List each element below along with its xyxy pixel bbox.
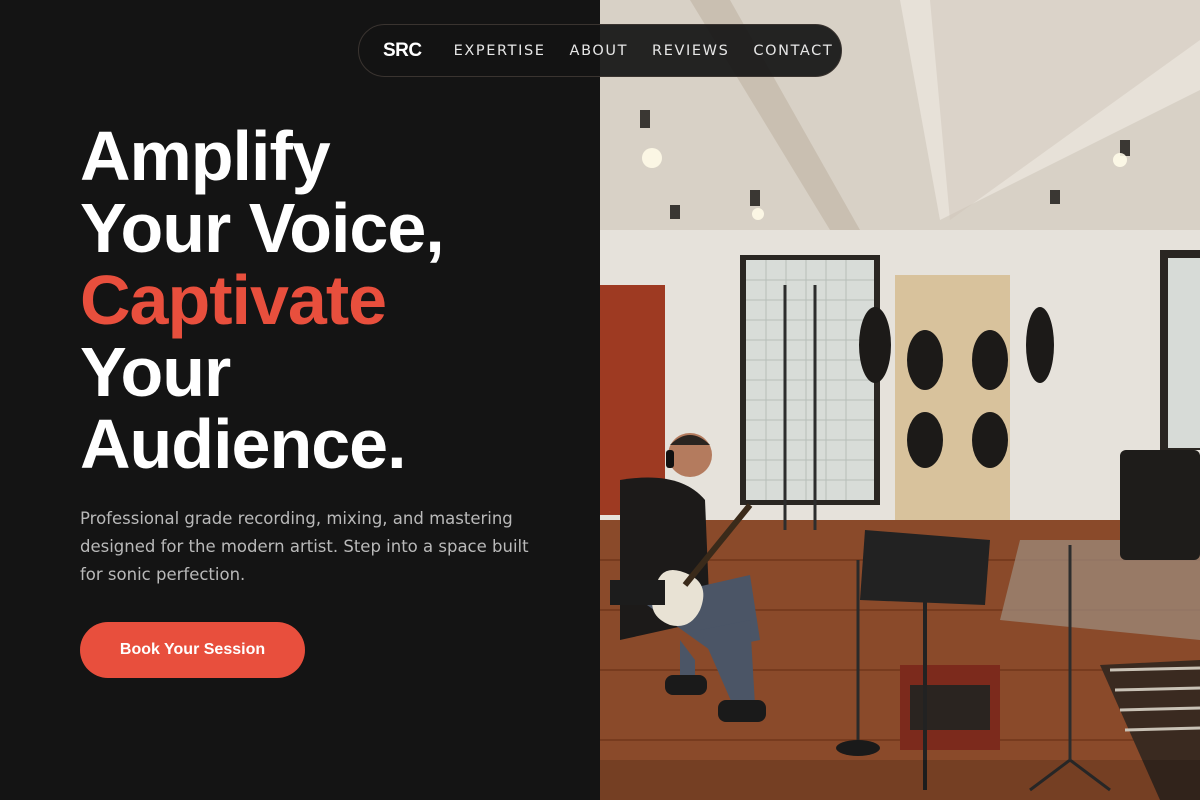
nav-link-contact[interactable]: CONTACT [753, 43, 833, 59]
brand-logo[interactable]: SRC [383, 40, 422, 62]
nav-link-about[interactable]: ABOUT [570, 43, 629, 59]
top-nav: SRC EXPERTISE ABOUT REVIEWS CONTACT [358, 24, 842, 77]
studio-photo [600, 0, 1200, 800]
headline-accent-line: Captivate [80, 261, 387, 339]
nav-link-expertise[interactable]: EXPERTISE [454, 43, 546, 59]
headline-line-2: Your Voice, [80, 189, 445, 267]
headline-line-1: Amplify [80, 117, 331, 195]
hero-lead: Professional grade recording, mixing, an… [80, 509, 529, 584]
studio-illustration [600, 0, 1200, 800]
headline-line-4: Your [80, 333, 231, 411]
book-session-button[interactable]: Book Your Session [80, 622, 305, 678]
hero-headline: Amplify Your Voice, Captivate Your Audie… [80, 120, 580, 480]
nav-link-reviews[interactable]: REVIEWS [652, 43, 729, 59]
headline-line-5: Audience. [80, 405, 407, 483]
